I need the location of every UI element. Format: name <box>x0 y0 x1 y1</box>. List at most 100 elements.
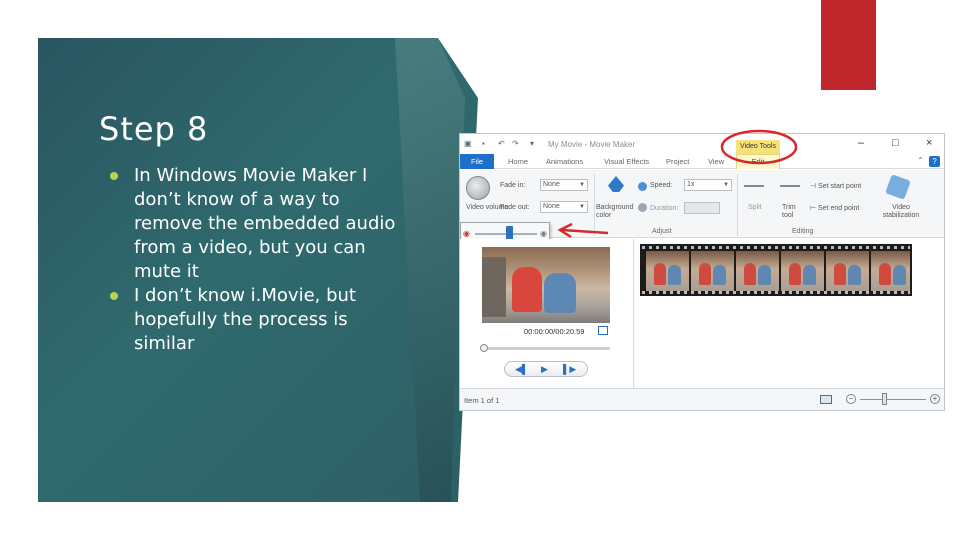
split-button[interactable]: Split <box>748 204 762 211</box>
film-perforation <box>642 246 910 249</box>
clip-figure <box>668 265 681 285</box>
fade-in-dropdown[interactable]: None ▼ <box>540 179 588 191</box>
set-end-point-button[interactable]: ⊢ Set end point <box>810 204 859 212</box>
clip-figure <box>744 263 756 285</box>
save-icon[interactable]: ▪ <box>482 139 485 148</box>
timecode-display: 00:00:00/00:20.59 <box>524 327 585 336</box>
clip-thumbnail <box>736 251 779 291</box>
next-frame-button[interactable]: ▌▶ <box>563 364 576 375</box>
editing-group-label: Editing <box>792 228 814 235</box>
clip-figure <box>848 265 861 285</box>
clip-figure <box>789 263 801 285</box>
minimize-button[interactable]: – <box>858 137 864 149</box>
fade-out-dropdown[interactable]: None ▼ <box>540 201 588 213</box>
video-frame-figure <box>512 267 542 312</box>
undo-icon[interactable]: ↶ <box>498 139 505 148</box>
clip-thumbnail <box>691 251 734 291</box>
ribbon-tabs: File Home Animations Visual Effects Proj… <box>460 154 944 169</box>
tab-edit[interactable]: Edit <box>736 154 780 169</box>
help-icon[interactable]: ? <box>929 156 940 167</box>
speed-icon <box>638 182 647 191</box>
movie-maker-screenshot: ▣ ▪ ↶ ↷ ▾ My Movie - Movie Maker – □ × V… <box>459 133 945 411</box>
duration-label: Duration: <box>650 205 679 212</box>
clip-figure <box>654 263 666 285</box>
seek-bar[interactable] <box>480 344 610 352</box>
video-stabilization-button[interactable]: Video stabilization <box>876 204 926 220</box>
mute-icon[interactable]: ◉ <box>463 229 470 238</box>
bullet-item: In Windows Movie Maker I don’t know of a… <box>108 164 398 284</box>
window-titlebar: ▣ ▪ ↶ ↷ ▾ My Movie - Movie Maker – □ × <box>460 134 944 154</box>
chevron-down-icon: ▼ <box>723 182 729 188</box>
zoom-out-button[interactable]: − <box>846 394 856 404</box>
tab-view[interactable]: View <box>708 157 724 166</box>
thumbnail-size-icon[interactable] <box>820 395 832 404</box>
clip-figure <box>879 263 891 285</box>
video-frame-figure <box>482 257 506 317</box>
clip-figure <box>803 265 816 285</box>
split-icon[interactable] <box>744 185 764 187</box>
app-icon[interactable]: ▣ <box>464 139 472 148</box>
duration-field[interactable] <box>684 202 720 214</box>
bullet-text: In Windows Movie Maker I don’t know of a… <box>134 165 396 282</box>
background-color-button[interactable]: Background color <box>596 204 638 220</box>
ribbon-separator <box>737 174 738 236</box>
adjust-group-label: Adjust <box>652 228 672 235</box>
chevron-down-icon: ▼ <box>579 182 585 188</box>
bullet-dot-icon <box>110 172 118 180</box>
seek-thumb[interactable] <box>480 344 488 352</box>
storyboard-clip[interactable] <box>640 244 912 296</box>
video-tools-contextual-label: Video Tools <box>736 140 780 154</box>
speed-label: Speed: <box>650 182 673 189</box>
zoom-slider-thumb[interactable] <box>882 393 887 405</box>
video-preview[interactable] <box>482 247 610 323</box>
redo-icon[interactable]: ↷ <box>512 139 519 148</box>
fade-out-label: Fade out: <box>500 204 530 211</box>
tab-visual-effects[interactable]: Visual Effects <box>604 157 649 166</box>
bullet-dot-icon <box>110 292 118 300</box>
bullet-item: I don’t know i.Movie, but hopefully the … <box>108 284 398 356</box>
collapse-ribbon-icon[interactable]: ⌃ <box>917 156 924 165</box>
close-button[interactable]: × <box>926 137 932 149</box>
window-title: My Movie - Movie Maker <box>548 140 636 149</box>
clip-figure <box>699 263 711 285</box>
volume-max-icon[interactable]: ◉ <box>540 229 547 238</box>
trim-tool-button[interactable]: Trim tool <box>782 204 800 220</box>
fade-in-label: Fade in: <box>500 182 526 189</box>
maximize-button[interactable]: □ <box>892 137 899 149</box>
film-perforation <box>642 291 910 294</box>
bullet-list: In Windows Movie Maker I don’t know of a… <box>108 164 398 356</box>
previous-frame-button[interactable]: ◀▌ <box>515 364 528 375</box>
tab-home[interactable]: Home <box>508 157 528 166</box>
fullscreen-icon[interactable] <box>598 326 608 335</box>
zoom-in-button[interactable]: + <box>930 394 940 404</box>
clip-thumbnail <box>781 251 824 291</box>
status-bar: Item 1 of 1 − + <box>460 388 944 410</box>
chevron-down-icon: ▼ <box>579 204 585 210</box>
preview-pane: 00:00:00/00:20.59 ◀▌ ▶ ▌▶ <box>460 239 634 389</box>
video-stabilization-icon[interactable] <box>885 174 911 200</box>
tab-file[interactable]: File <box>460 154 494 169</box>
zoom-slider-track[interactable] <box>860 399 926 400</box>
ribbon-separator <box>594 174 595 236</box>
set-start-point-button[interactable]: ⊣ Set start point <box>810 182 861 190</box>
play-button[interactable]: ▶ <box>541 364 548 375</box>
clip-thumbnail <box>871 251 910 291</box>
clip-figure <box>713 265 726 285</box>
clip-figure <box>893 265 906 285</box>
item-count: Item 1 of 1 <box>464 396 500 405</box>
paint-bucket-icon[interactable] <box>608 176 624 192</box>
clip-thumbnail <box>826 251 869 291</box>
duration-icon <box>638 203 647 212</box>
tab-animations[interactable]: Animations <box>546 157 583 166</box>
tab-project[interactable]: Project <box>666 157 689 166</box>
clip-thumbnail <box>646 251 689 291</box>
clip-figure <box>758 265 771 285</box>
bullet-text: I don’t know i.Movie, but hopefully the … <box>134 285 356 354</box>
video-volume-icon[interactable] <box>466 176 490 200</box>
slide-title: Step 8 <box>99 110 209 148</box>
speed-dropdown[interactable]: 1x ▼ <box>684 179 732 191</box>
clip-figure <box>834 263 846 285</box>
trim-tool-icon[interactable] <box>780 185 800 187</box>
quick-access-dropdown-icon[interactable]: ▾ <box>530 139 534 148</box>
playback-controls: ◀▌ ▶ ▌▶ <box>504 361 588 377</box>
